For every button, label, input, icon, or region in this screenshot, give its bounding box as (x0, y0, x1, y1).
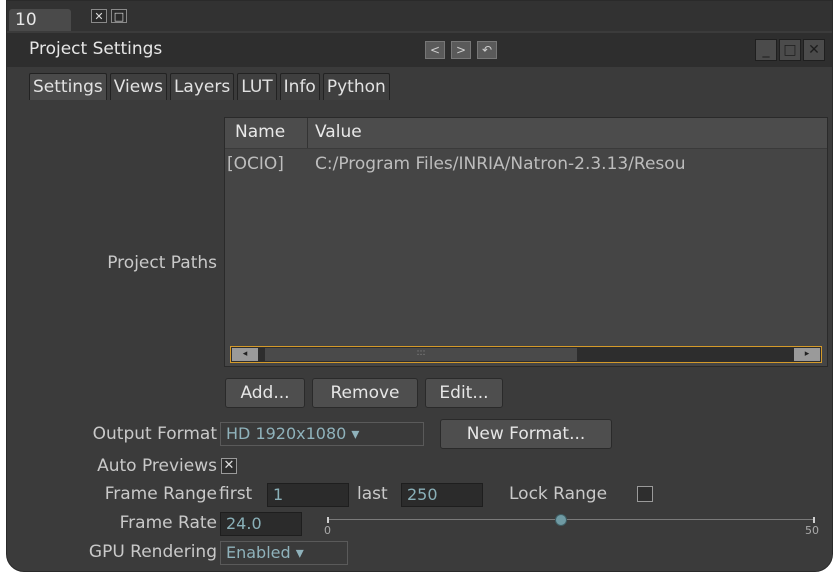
column-header-name[interactable]: Name (235, 122, 285, 142)
tab-views[interactable]: Views (109, 73, 167, 100)
tab-layers[interactable]: Layers (169, 73, 235, 100)
frame-range-first-input[interactable]: 1 (267, 483, 349, 507)
output-format-label: Output Format (92, 424, 217, 444)
pane-tab-strip: 10 ✕ □ (7, 1, 832, 31)
slider-min-label: 0 (324, 524, 331, 537)
frame-rate-label: Frame Rate (119, 513, 217, 533)
scrollbar-thumb[interactable]: ::: (265, 348, 577, 361)
project-paths-label: Project Paths (107, 253, 217, 273)
lock-range-label: Lock Range (509, 484, 608, 504)
previous-icon[interactable]: < (425, 41, 445, 59)
path-row-value[interactable]: C:/Program Files/INRIA/Natron-2.3.13/Res… (315, 154, 685, 174)
scroll-left-icon[interactable]: ◂ (232, 348, 258, 361)
frame-range-first-label: first (219, 484, 253, 504)
panel-titlebar: Project Settings < > ↶ _ □ ✕ (7, 33, 832, 67)
frame-rate-slider[interactable]: 0 50 (321, 509, 821, 539)
add-path-button[interactable]: Add... (225, 378, 305, 408)
pane-tab[interactable]: 10 (9, 9, 71, 31)
gpu-rendering-dropdown[interactable]: Enabled ▾ (220, 541, 348, 565)
horizontal-scrollbar[interactable]: ◂ ::: ▸ (230, 346, 822, 363)
tab-info[interactable]: Info (279, 73, 320, 100)
natron-project-settings-pane: 10 ✕ □ Project Settings < > ↶ _ □ ✕ Sett… (6, 0, 833, 572)
slider-tick-max (813, 517, 815, 523)
scroll-right-icon[interactable]: ▸ (794, 348, 820, 361)
panel-title: Project Settings (29, 39, 163, 59)
close-icon[interactable]: ✕ (803, 39, 825, 61)
tab-python[interactable]: Python (322, 73, 390, 100)
table-header: Name Value (225, 118, 827, 149)
settings-tab-bar: Settings Views Layers LUT Info Python (29, 73, 393, 101)
slider-tick-min (327, 517, 329, 523)
close-pane-icon[interactable]: ✕ (91, 9, 107, 23)
project-paths-table: Name Value [OCIO] C:/Program Files/INRIA… (224, 117, 828, 367)
float-pane-icon[interactable]: □ (111, 9, 127, 23)
output-format-dropdown[interactable]: HD 1920x1080 ▾ (220, 422, 424, 446)
path-row-name[interactable]: [OCIO] (227, 154, 284, 174)
lock-range-checkbox[interactable] (637, 486, 653, 502)
tab-lut[interactable]: LUT (237, 73, 277, 100)
slider-track (327, 519, 815, 520)
auto-previews-checkbox[interactable]: ✕ (221, 458, 237, 474)
new-format-button[interactable]: New Format... (440, 419, 612, 449)
column-separator (307, 118, 308, 148)
frame-range-last-label: last (357, 484, 388, 504)
tab-settings[interactable]: Settings (29, 73, 107, 100)
maximize-icon[interactable]: □ (779, 39, 801, 61)
next-icon[interactable]: > (451, 41, 471, 59)
edit-path-button[interactable]: Edit... (425, 378, 503, 408)
frame-range-last-input[interactable]: 250 (401, 483, 483, 507)
slider-knob[interactable] (555, 514, 568, 526)
frame-rate-input[interactable]: 24.0 (220, 512, 302, 536)
remove-path-button[interactable]: Remove (312, 378, 418, 408)
restore-defaults-icon[interactable]: ↶ (477, 41, 497, 59)
minimize-icon[interactable]: _ (755, 39, 777, 61)
frame-range-label: Frame Range (104, 484, 217, 504)
column-header-value[interactable]: Value (315, 122, 362, 142)
gpu-rendering-label: GPU Rendering (88, 542, 217, 562)
auto-previews-label: Auto Previews (97, 456, 217, 476)
slider-max-label: 50 (805, 524, 819, 537)
